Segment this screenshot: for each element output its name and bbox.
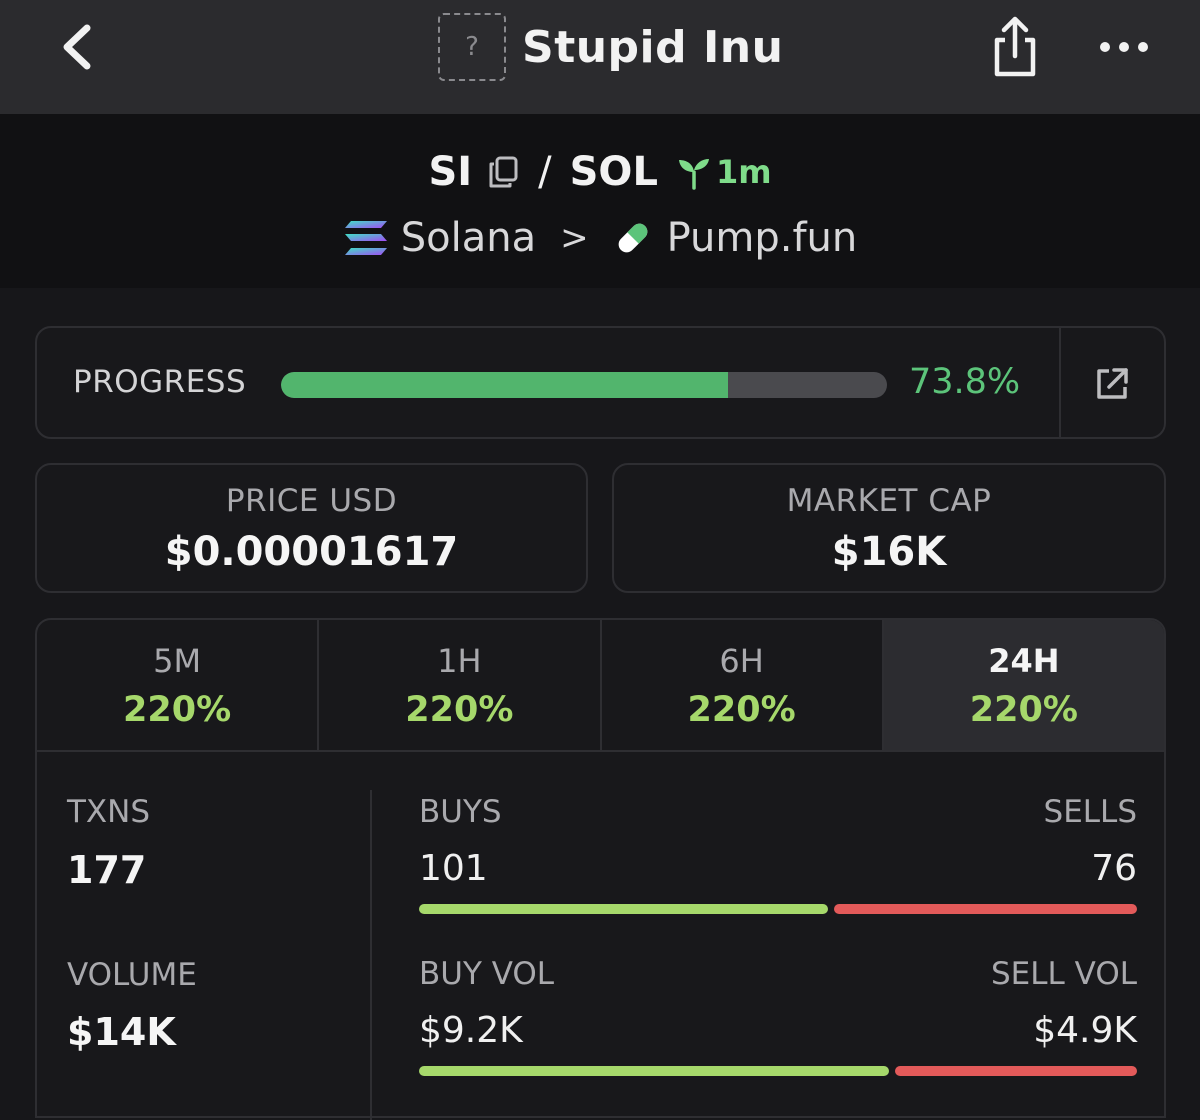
market-cap-value: $16K <box>831 529 947 575</box>
more-options-button[interactable] <box>1100 36 1148 58</box>
pair-separator: / <box>538 149 552 195</box>
divider <box>370 790 372 1120</box>
timeframe-tabs: 5M 220% 1H 220% 6H 220% 24H 220% <box>37 620 1164 752</box>
tab-5m[interactable]: 5M 220% <box>37 620 320 750</box>
tab-1h[interactable]: 1H 220% <box>319 620 602 750</box>
title-group: ? Stupid Inu <box>438 12 783 82</box>
market-cap-label: MARKET CAP <box>786 483 992 519</box>
share-icon <box>994 16 1036 77</box>
txns-label: TXNS <box>67 794 151 830</box>
buys-sells-bar <box>419 904 1137 914</box>
age-text: 1m <box>715 153 772 191</box>
tab-label: 5M <box>153 642 202 680</box>
sells-label: SELLS <box>1043 794 1137 830</box>
buy-vol-label: BUY VOL <box>419 956 555 992</box>
back-button[interactable] <box>55 22 99 72</box>
tab-label: 24H <box>988 642 1060 680</box>
more-dot-icon <box>1119 42 1129 52</box>
breadcrumb-chevron-icon: > <box>560 218 589 258</box>
buy-sell-volume-bar <box>419 1066 1137 1076</box>
buy-sell-volume-block: BUY VOL SELL VOL $9.2K $4.9K <box>419 956 1137 1086</box>
buys-bar-segment <box>419 904 829 914</box>
chain-link[interactable]: Solana <box>401 215 536 261</box>
top-nav-bar: ? Stupid Inu <box>0 0 1200 114</box>
tab-change: 220% <box>123 690 232 730</box>
pill-icon <box>618 223 647 253</box>
progress-bar-fill <box>281 372 729 398</box>
progress-value: 73.8% <box>909 362 1021 402</box>
tab-label: 1H <box>437 642 482 680</box>
buy-vol-bar-segment <box>419 1066 890 1076</box>
pair-header: SI / SOL 1m Solana > Pump.fun <box>0 114 1200 288</box>
txns-value: 177 <box>67 848 147 892</box>
tab-24h[interactable]: 24H 220% <box>883 620 1164 750</box>
sell-vol-label: SELL VOL <box>991 956 1137 992</box>
progress-label: PROGRESS <box>73 364 247 400</box>
buys-label: BUYS <box>419 794 502 830</box>
solana-icon <box>344 221 387 255</box>
chevron-left-icon <box>63 24 91 70</box>
more-dot-icon <box>1138 42 1148 52</box>
timeframe-stats-card: 5M 220% 1H 220% 6H 220% 24H 220% TXNS 17… <box>35 618 1166 1120</box>
dex-link[interactable]: Pump.fun <box>667 215 858 261</box>
external-link-button[interactable] <box>1093 365 1131 403</box>
volume-label: VOLUME <box>67 957 197 993</box>
tab-label: 6H <box>719 642 764 680</box>
more-dot-icon <box>1100 42 1110 52</box>
divider <box>1059 328 1061 437</box>
page-title: Stupid Inu <box>522 21 784 73</box>
pair-line: SI / SOL 1m <box>0 144 1200 200</box>
tab-6h[interactable]: 6H 220% <box>602 620 884 750</box>
tab-change: 220% <box>405 690 514 730</box>
market-cap-card: MARKET CAP $16K <box>612 463 1166 593</box>
quote-symbol: SOL <box>569 149 658 195</box>
sells-bar-segment <box>834 904 1137 914</box>
chain-breadcrumb: Solana > Pump.fun <box>0 208 1200 268</box>
external-link-icon <box>1097 368 1128 399</box>
age-badge: 1m <box>676 153 772 191</box>
progress-bar <box>281 372 887 398</box>
buys-value: 101 <box>419 848 488 889</box>
price-value: $0.00001617 <box>164 529 459 575</box>
price-usd-card: PRICE USD $0.00001617 <box>35 463 588 593</box>
copy-icon[interactable] <box>486 155 520 189</box>
tab-change: 220% <box>969 690 1078 730</box>
bonding-progress-card: PROGRESS 73.8% <box>35 326 1166 439</box>
buy-vol-value: $9.2K <box>419 1010 523 1051</box>
price-label: PRICE USD <box>225 483 398 519</box>
sell-vol-bar-segment <box>895 1066 1137 1076</box>
buys-sells-block: BUYS SELLS 101 76 <box>419 794 1137 924</box>
token-logo-placeholder: ? <box>438 13 506 81</box>
sell-vol-value: $4.9K <box>1033 1010 1137 1051</box>
tab-change: 220% <box>687 690 796 730</box>
share-button[interactable] <box>988 14 1042 80</box>
volume-value: $14K <box>67 1010 176 1054</box>
base-symbol: SI <box>428 149 473 195</box>
sprout-icon <box>678 159 709 190</box>
sells-value: 76 <box>1091 848 1137 889</box>
question-icon: ? <box>465 32 479 62</box>
